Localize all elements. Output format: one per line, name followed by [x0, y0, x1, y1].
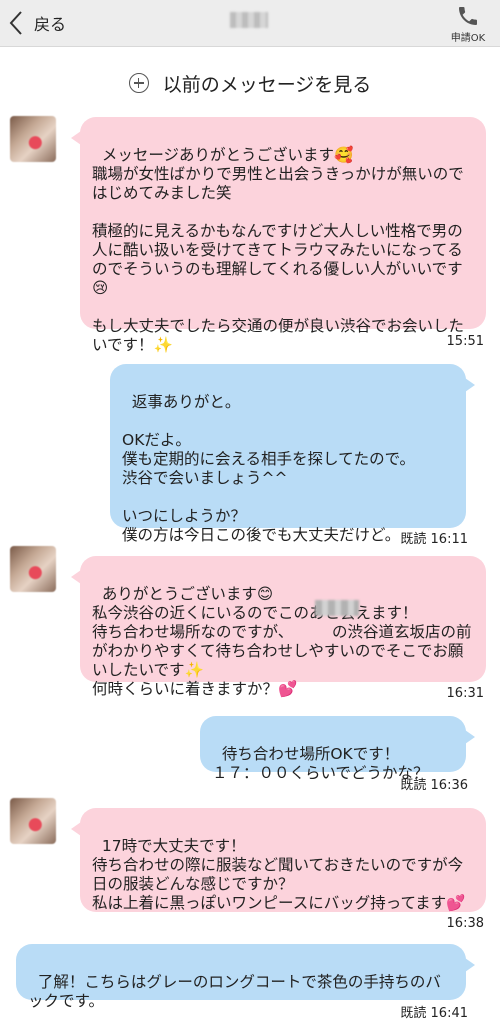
call-button[interactable]: 申請OK [444, 4, 492, 44]
message-time: 15:51 [446, 334, 484, 349]
outgoing-message-bubble: 了解！こちらはグレーのロングコートで茶色の手持ちのバックです。 [16, 944, 475, 1010]
incoming-message-bubble: メッセージありがとうございます🥰 職場が女性ばかりで男性と出会うきっかけが無いの… [71, 117, 486, 354]
read-receipt-time: 既読 16:36 [400, 778, 468, 793]
read-receipt-time: 既読 16:41 [400, 1006, 468, 1021]
plus-circle-icon [128, 73, 149, 93]
chevron-left-icon [9, 11, 22, 35]
incoming-message-bubble: ありがとうございます😊 私今渋谷の近くにいるのでこのあと会えます！ 待ち合わせ場… [71, 556, 486, 698]
shop-name-redacted [315, 600, 359, 616]
message-text: メッセージありがとうございます🥰 職場が女性ばかりで男性と出会うきっかけが無いの… [92, 146, 465, 354]
message-time: 16:31 [446, 686, 484, 701]
message-text: 待ち合わせ場所OKです！ １７：００くらいでどうかな？ [212, 745, 429, 782]
partner-avatar[interactable] [10, 546, 56, 592]
chat-header: 戻る 申請OK [0, 0, 500, 47]
message-text: 17時で大丈夫です！ 待ち合わせの際に服装など聞いておきたいのですが今日の服装ど… [92, 837, 466, 912]
outgoing-message-bubble: 返事ありがと。 OKだよ。 僕も定期的に会える相手を探してたので。 渋谷で会いま… [110, 364, 475, 544]
back-button[interactable]: 戻る [8, 8, 66, 38]
incoming-message-bubble: 17時で大丈夫です！ 待ち合わせの際に服装など聞いておきたいのですが今日の服装ど… [71, 808, 486, 912]
partner-avatar[interactable] [10, 798, 56, 844]
message-time: 16:38 [446, 916, 484, 931]
partner-name-redacted [230, 12, 268, 28]
phone-icon [459, 7, 477, 25]
call-label: 申請OK [450, 33, 486, 44]
outgoing-message-bubble: 待ち合わせ場所OKです！ １７：００くらいでどうかな？ [200, 716, 475, 782]
message-text: 返事ありがと。 OKだよ。 僕も定期的に会える相手を探してたので。 渋谷で会いま… [122, 393, 415, 544]
message-text: ありがとうございます😊 私今渋谷の近くにいるのでこのあと会えます！ 待ち合わせ場… [92, 585, 472, 698]
load-earlier-label: 以前のメッセージを見る [162, 74, 372, 96]
read-receipt-time: 既読 16:11 [400, 532, 468, 547]
back-label: 戻る [34, 15, 67, 34]
load-earlier-messages-button[interactable]: 以前のメッセージを見る [0, 70, 500, 97]
partner-avatar[interactable] [10, 116, 56, 162]
message-text: 了解！こちらはグレーのロングコートで茶色の手持ちのバックです。 [28, 973, 441, 1010]
